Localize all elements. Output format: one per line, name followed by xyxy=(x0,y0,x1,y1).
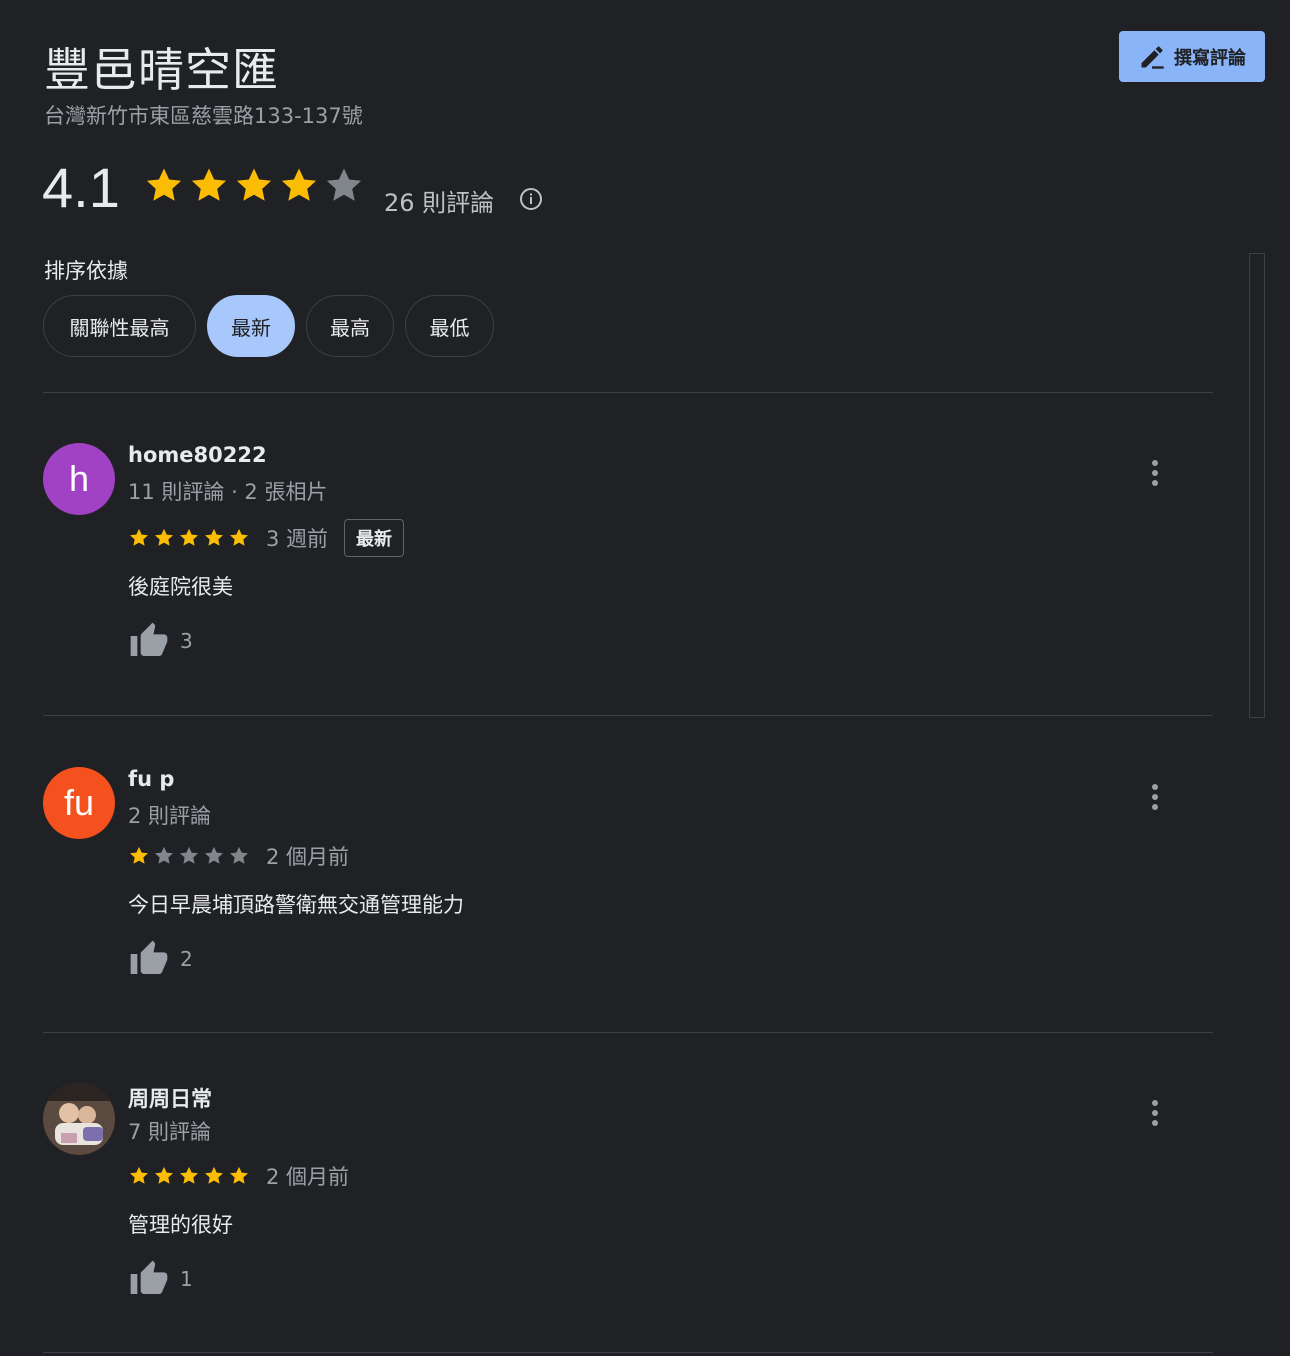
review-text: 今日早晨埔頂路警衛無交通管理能力 xyxy=(128,893,464,917)
pencil-icon xyxy=(1141,45,1164,69)
star-icon xyxy=(281,168,317,201)
average-rating-stars xyxy=(143,165,365,207)
sort-label: 排序依據 xyxy=(44,259,128,283)
review-stars xyxy=(128,1165,250,1187)
like-button[interactable]: 1 xyxy=(128,1259,193,1299)
thumbs-up-icon xyxy=(130,1260,168,1294)
reviewer-name[interactable]: 周周日常 xyxy=(128,1083,212,1113)
star-icon xyxy=(155,846,173,864)
review-time: 2 個月前 xyxy=(266,1165,350,1189)
sort-chip-lowest[interactable]: 最低 xyxy=(405,295,494,357)
review-time: 2 個月前 xyxy=(266,845,350,869)
star-icon xyxy=(205,846,223,864)
avatar-photo[interactable] xyxy=(43,1083,115,1155)
review-count[interactable]: 26 則評論 xyxy=(384,183,494,218)
place-title: 豐邑晴空匯 xyxy=(44,43,279,97)
scrollbar[interactable] xyxy=(1249,253,1265,718)
star-icon xyxy=(205,1166,223,1184)
star-icon xyxy=(130,846,148,864)
review-stars xyxy=(128,845,250,867)
place-address: 台灣新竹市東區慈雲路133-137號 xyxy=(44,104,363,128)
star-icon xyxy=(230,1166,248,1184)
avatar[interactable]: h xyxy=(43,443,115,515)
star-icon xyxy=(155,1166,173,1184)
review-item: 周周日常 7 則評論 2 個月前 管理的很好 1 xyxy=(43,1083,1213,1343)
more-options-icon[interactable] xyxy=(1143,1097,1167,1129)
write-review-label: 撰寫評論 xyxy=(1174,47,1246,69)
avatar-letter: h xyxy=(68,458,90,499)
sort-chip-relevance[interactable]: 關聯性最高 xyxy=(43,295,196,357)
divider xyxy=(43,715,1213,716)
star-icon xyxy=(230,528,248,546)
reviewer-meta[interactable]: 7 則評論 xyxy=(128,1116,211,1146)
star-icon xyxy=(326,168,362,201)
review-stars xyxy=(128,527,250,549)
average-rating: 4.1 xyxy=(42,156,120,219)
like-button[interactable]: 3 xyxy=(128,621,193,661)
divider xyxy=(43,1352,1213,1353)
sort-chips: 關聯性最高 最新 最高 最低 xyxy=(43,295,494,357)
star-icon xyxy=(230,846,248,864)
star-icon xyxy=(130,528,148,546)
like-count: 3 xyxy=(180,629,193,653)
star-icon xyxy=(205,528,223,546)
avatar[interactable]: fu xyxy=(43,767,115,839)
review-time: 3 週前 xyxy=(266,527,329,551)
avatar-photo-image xyxy=(43,1083,115,1155)
sort-chip-highest[interactable]: 最高 xyxy=(306,295,394,357)
sort-chip-newest[interactable]: 最新 xyxy=(207,295,295,357)
thumbs-up-icon xyxy=(130,940,168,974)
info-icon[interactable] xyxy=(519,187,543,211)
reviewer-name[interactable]: home80222 xyxy=(128,443,267,467)
star-icon xyxy=(180,528,198,546)
review-text: 後庭院很美 xyxy=(128,575,233,599)
write-review-button[interactable]: 撰寫評論 xyxy=(1119,31,1265,82)
newest-badge: 最新 xyxy=(344,519,405,557)
star-icon xyxy=(180,1166,198,1184)
like-count: 2 xyxy=(180,947,193,971)
review-item: h home80222 11 則評論 · 2 張相片 3 週前 最新 後庭院很美… xyxy=(43,443,1213,703)
star-icon xyxy=(191,168,227,201)
star-icon xyxy=(180,846,198,864)
more-options-icon[interactable] xyxy=(1143,457,1167,489)
avatar-letter: fu xyxy=(63,782,95,823)
like-button[interactable]: 2 xyxy=(128,939,193,979)
review-text: 管理的很好 xyxy=(128,1213,233,1237)
star-icon xyxy=(130,1166,148,1184)
star-icon xyxy=(146,168,182,201)
reviewer-meta[interactable]: 11 則評論 · 2 張相片 xyxy=(128,476,327,506)
like-count: 1 xyxy=(180,1267,193,1291)
divider xyxy=(43,1032,1213,1033)
star-icon xyxy=(155,528,173,546)
divider xyxy=(43,392,1213,393)
star-icon xyxy=(236,168,272,201)
reviewer-name[interactable]: fu p xyxy=(128,767,174,791)
more-options-icon[interactable] xyxy=(1143,781,1167,813)
thumbs-up-icon xyxy=(130,622,168,656)
reviewer-meta[interactable]: 2 則評論 xyxy=(128,800,211,830)
review-item: fu fu p 2 則評論 2 個月前 今日早晨埔頂路警衛無交通管理能力 2 xyxy=(43,767,1213,1027)
